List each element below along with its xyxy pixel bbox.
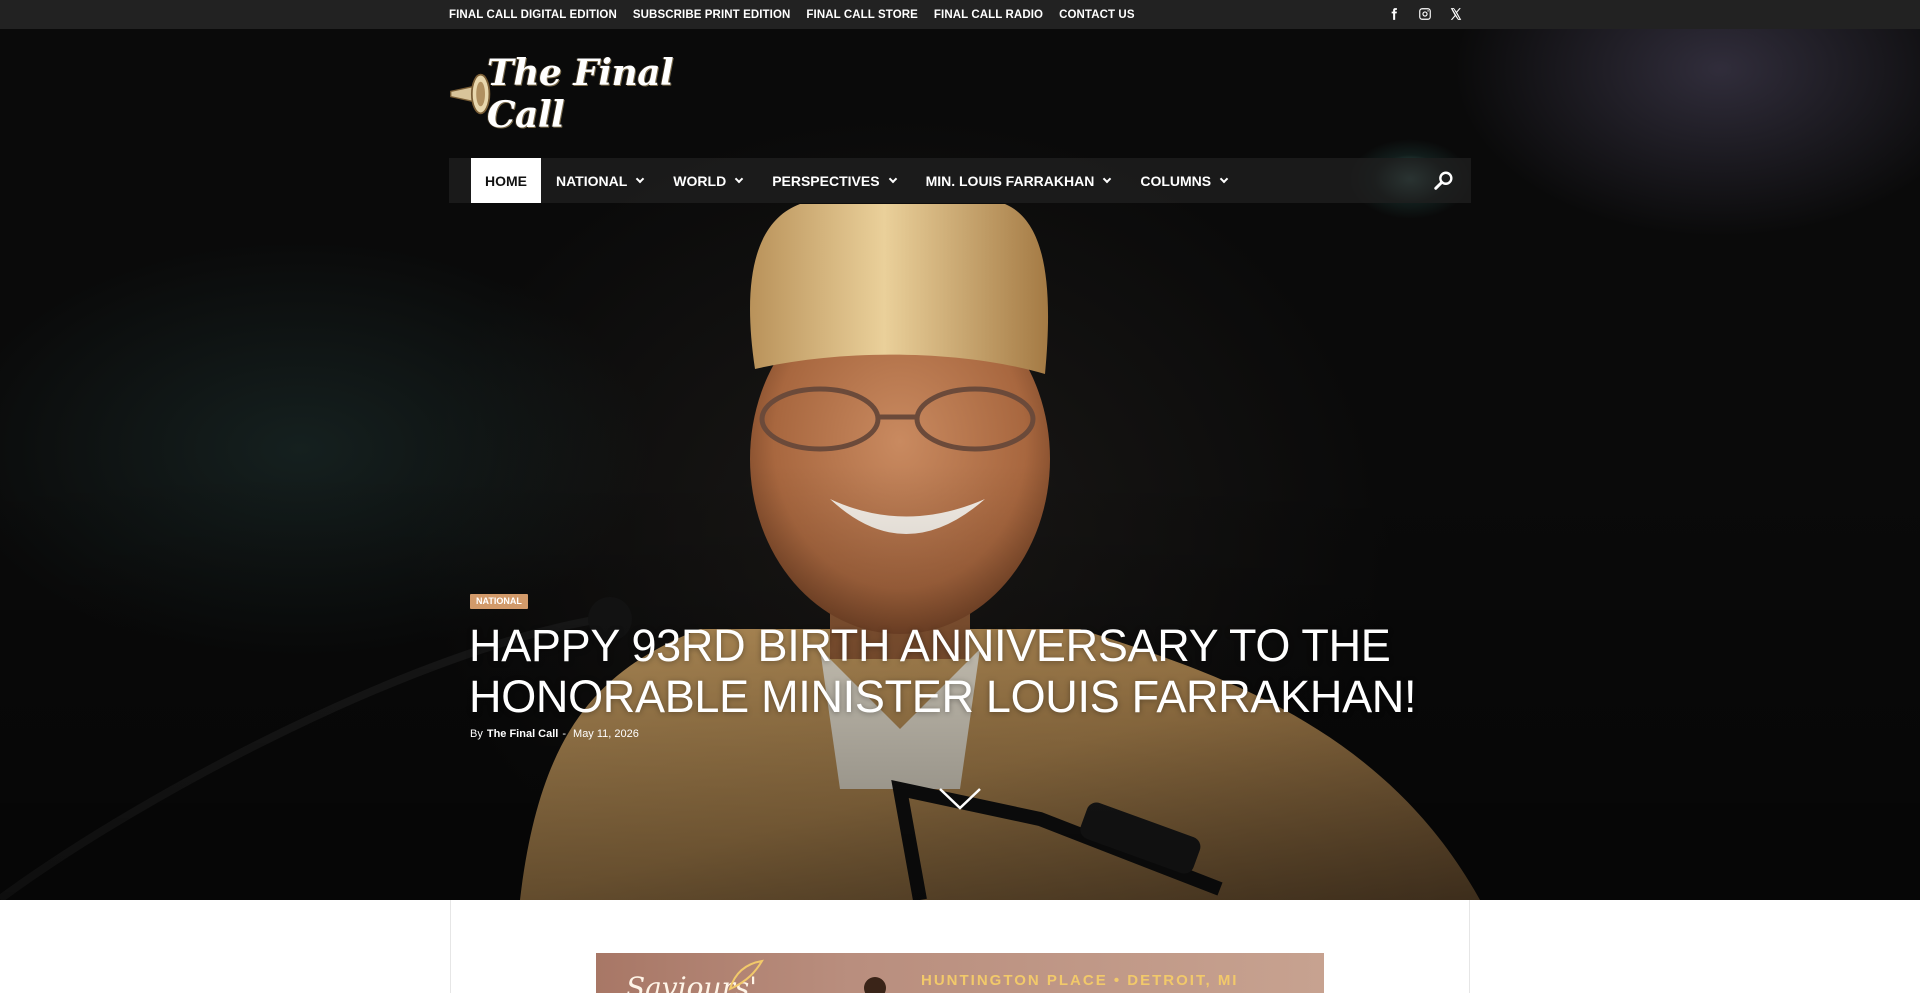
chevron-down-icon <box>1219 174 1229 183</box>
instagram-icon[interactable] <box>1416 5 1434 23</box>
top-links: FINAL CALL DIGITAL EDITION SUBSCRIBE PRI… <box>449 0 1135 29</box>
top-bar: FINAL CALL DIGITAL EDITION SUBSCRIBE PRI… <box>0 0 1920 29</box>
x-icon[interactable] <box>1447 5 1465 23</box>
category-badge[interactable]: NATIONAL <box>470 594 528 609</box>
chevron-down-icon <box>888 174 897 183</box>
top-link-contact[interactable]: CONTACT US <box>1059 9 1135 21</box>
nav-item-min-louis-farrakhan[interactable]: MIN. LOUIS FARRAKHAN <box>911 158 1126 203</box>
byline-prefix: By <box>470 728 483 740</box>
ad-banner[interactable]: Saviours' HUNTINGTON PLACE • DETROIT, MI <box>596 953 1324 993</box>
social-links <box>1385 0 1471 27</box>
chevron-down-icon[interactable] <box>938 786 982 812</box>
site-logo[interactable]: The Final Call <box>449 52 729 136</box>
chevron-down-icon <box>1103 174 1112 183</box>
nav-item-label: WORLD <box>673 172 727 189</box>
facebook-icon[interactable] <box>1385 5 1403 23</box>
nav-item-home[interactable]: HOME <box>471 158 541 203</box>
publish-date: May 11, 2026 <box>573 728 639 740</box>
top-link-store[interactable]: FINAL CALL STORE <box>806 9 918 21</box>
byline: By The Final Call - May 11, 2026 <box>470 728 639 740</box>
search-icon[interactable] <box>1433 170 1455 192</box>
top-link-digital-edition[interactable]: FINAL CALL DIGITAL EDITION <box>449 9 617 21</box>
nav-item-label: NATIONAL <box>556 172 628 189</box>
chevron-down-icon <box>734 174 744 183</box>
silhouette-icon <box>864 977 886 993</box>
chevron-down-icon <box>636 174 645 183</box>
author-link[interactable]: The Final Call <box>487 728 559 740</box>
top-link-radio[interactable]: FINAL CALL RADIO <box>934 9 1043 21</box>
article-title[interactable]: HAPPY 93RD BIRTH ANNIVERSARY TO THE HONO… <box>469 620 1449 722</box>
nav-item-label: PERSPECTIVES <box>772 172 880 189</box>
nav-item-label: HOME <box>485 172 527 189</box>
logo-text: The Final Call <box>486 52 674 136</box>
nav-item-label: COLUMNS <box>1140 172 1212 189</box>
nav-item-perspectives[interactable]: PERSPECTIVES <box>757 158 910 203</box>
top-bar-inner: FINAL CALL DIGITAL EDITION SUBSCRIBE PRI… <box>449 0 1471 29</box>
nav-item-columns[interactable]: COLUMNS <box>1125 158 1242 203</box>
top-link-subscribe-print[interactable]: SUBSCRIBE PRINT EDITION <box>633 9 791 21</box>
nav-item-world[interactable]: WORLD <box>658 158 757 203</box>
main-nav: HOME NATIONAL WORLD PERSPECTIVES MIN. LO… <box>449 158 1471 203</box>
ad-location: HUNTINGTON PLACE • DETROIT, MI <box>921 972 1239 989</box>
byline-separator: - <box>562 728 567 740</box>
nav-item-label: MIN. LOUIS FARRAKHAN <box>925 172 1095 189</box>
leaf-icon <box>728 959 764 991</box>
nav-item-national[interactable]: NATIONAL <box>541 158 658 203</box>
